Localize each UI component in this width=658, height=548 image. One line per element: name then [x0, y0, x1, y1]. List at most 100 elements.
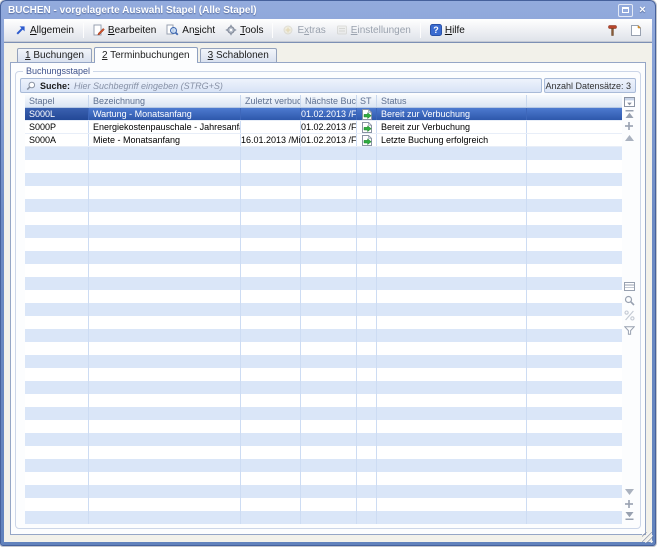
- menu-tools[interactable]: Tools: [220, 22, 268, 38]
- cell-filler: [377, 225, 527, 238]
- cell-naechste-buchung: 01.02.2013 /Fr: [301, 134, 357, 146]
- col-header-naechste-buchung[interactable]: Nächste Buchun: [301, 95, 357, 107]
- scroll-bottom-button[interactable]: [623, 511, 635, 521]
- buchungsstapel-groupbox: Buchungsstapel Suche: Hier Suchbegriff e…: [15, 66, 641, 529]
- client-area: Allgemein Bearbeiten Ansicht Tools Extra…: [4, 19, 652, 542]
- cell-filler: [241, 329, 301, 342]
- tab-schablonen[interactable]: 3 Schablonen: [200, 48, 277, 62]
- empty-row: [25, 511, 622, 524]
- cell-filler: [89, 147, 241, 160]
- cell-filler: [25, 160, 89, 173]
- col-header-bezeichnung[interactable]: Bezeichnung: [89, 95, 241, 107]
- grid-header: Stapel Bezeichnung Zuletzt verbucht Näch…: [25, 95, 622, 108]
- scroll-top-icon: [625, 110, 634, 118]
- table-row[interactable]: S000PEnergiekostenpauschale - Jahresanfa…: [25, 121, 622, 134]
- cell-filler: [25, 433, 89, 446]
- col-header-st[interactable]: ST: [357, 95, 377, 107]
- close-button[interactable]: ×: [635, 4, 650, 17]
- empty-row: [25, 160, 622, 173]
- empty-row: [25, 446, 622, 459]
- zoom-button[interactable]: [623, 295, 635, 306]
- cell-filler: [25, 472, 89, 485]
- percent-button[interactable]: [623, 310, 635, 321]
- cell-filler: [241, 303, 301, 316]
- table-row[interactable]: S000LWartung - Monatsanfang01.02.2013 /F…: [25, 108, 622, 121]
- insert-row-button[interactable]: [623, 121, 635, 131]
- cell-filler: [527, 316, 622, 329]
- cell-filler: [357, 277, 377, 290]
- cell-filler: [527, 251, 622, 264]
- col-header-zuletzt-verbucht[interactable]: Zuletzt verbucht: [241, 95, 301, 107]
- cell-filler: [377, 290, 527, 303]
- search-row: Suche: Hier Suchbegriff eingeben (STRG+S…: [20, 78, 636, 93]
- cell-naechste-buchung: 01.02.2013 /Fr: [301, 121, 357, 133]
- menu-hilfe[interactable]: ? Hilfe: [425, 22, 470, 38]
- cell-filler: [301, 277, 357, 290]
- record-count: Anzahl Datensätze: 3: [544, 78, 636, 93]
- cell-filler: [357, 290, 377, 303]
- grid-side-strip: [622, 95, 636, 524]
- menu-ansicht[interactable]: Ansicht: [161, 22, 220, 38]
- cell-filler: [241, 394, 301, 407]
- cell-filler: [25, 173, 89, 186]
- empty-row: [25, 290, 622, 303]
- cell-filler: [527, 160, 622, 173]
- row-down-button[interactable]: [623, 487, 635, 497]
- cell-filler: [241, 199, 301, 212]
- card-view-button[interactable]: [623, 281, 635, 291]
- new-note-button[interactable]: [628, 22, 644, 38]
- col-header-stapel[interactable]: Stapel: [25, 95, 89, 107]
- cell-filler: [527, 433, 622, 446]
- menu-bearbeiten[interactable]: Bearbeiten: [88, 22, 161, 38]
- search-icon: [26, 81, 36, 91]
- cell-zuletzt-verbucht: 16.01.2013 /Mi: [241, 134, 301, 146]
- cell-filler: [25, 186, 89, 199]
- cell-filler: [89, 303, 241, 316]
- cell-filler: [527, 173, 622, 186]
- cell-filler: [527, 134, 622, 146]
- hammer-icon: [606, 24, 619, 37]
- cell-filler: [301, 264, 357, 277]
- restore-button[interactable]: [618, 4, 633, 17]
- resize-grip[interactable]: [642, 532, 653, 543]
- cell-filler: [301, 199, 357, 212]
- cell-filler: [25, 342, 89, 355]
- search-field[interactable]: Suche: Hier Suchbegriff eingeben (STRG+S…: [20, 78, 542, 93]
- cell-filler: [241, 225, 301, 238]
- cell-filler: [89, 485, 241, 498]
- cell-filler: [301, 485, 357, 498]
- hammer-tool-button[interactable]: [604, 22, 620, 38]
- column-chooser-button[interactable]: [623, 97, 635, 107]
- cell-filler: [241, 251, 301, 264]
- cell-filler: [25, 511, 89, 524]
- cell-filler: [527, 472, 622, 485]
- cell-filler: [527, 212, 622, 225]
- cell-status: Bereit zur Verbuchung: [377, 121, 527, 133]
- restore-icon: [622, 7, 629, 13]
- filter-icon: [624, 326, 635, 335]
- cell-filler: [301, 147, 357, 160]
- tab-terminbuchungen[interactable]: 2 Terminbuchungen: [94, 47, 198, 62]
- titlebar[interactable]: BUCHEN - vorgelagerte Auswahl Stapel (Al…: [1, 1, 655, 18]
- menu-allgemein[interactable]: Allgemein: [10, 22, 79, 38]
- scroll-top-button[interactable]: [623, 109, 635, 119]
- cell-filler: [25, 290, 89, 303]
- table-row[interactable]: S000AMiete - Monatsanfang16.01.2013 /Mi0…: [25, 134, 622, 147]
- cell-filler: [527, 342, 622, 355]
- append-row-button[interactable]: [623, 499, 635, 509]
- row-up-button[interactable]: [623, 133, 635, 143]
- empty-row: [25, 433, 622, 446]
- col-header-status[interactable]: Status: [377, 95, 527, 107]
- tab-buchungen[interactable]: 1 Buchungen: [17, 48, 92, 62]
- cell-filler: [241, 381, 301, 394]
- cell-filler: [357, 329, 377, 342]
- cell-filler: [25, 251, 89, 264]
- cell-filler: [357, 433, 377, 446]
- cell-filler: [89, 472, 241, 485]
- filter-button[interactable]: [623, 325, 635, 335]
- cell-filler: [377, 316, 527, 329]
- cell-filler: [377, 511, 527, 524]
- cell-filler: [357, 420, 377, 433]
- cell-filler: [241, 511, 301, 524]
- cell-filler: [301, 433, 357, 446]
